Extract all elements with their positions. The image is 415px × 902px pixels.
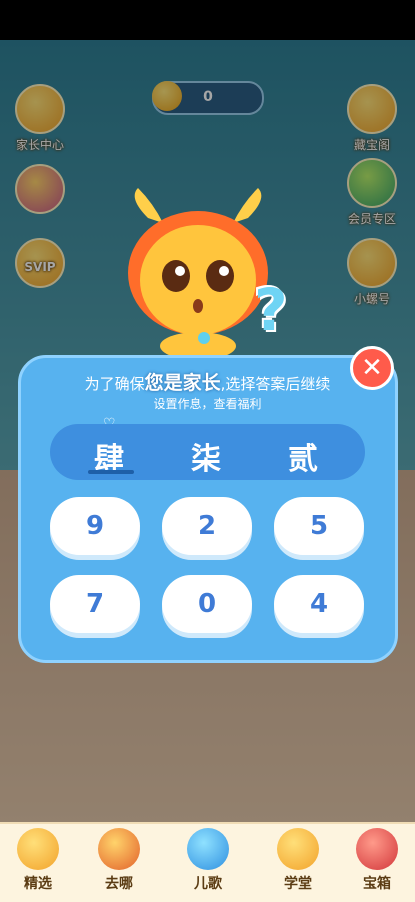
key-4[interactable]: 4 <box>274 575 364 633</box>
where-mushroom-icon <box>98 828 140 870</box>
question-mark-icon: ? <box>254 276 288 344</box>
answer-display: 肆 柒 贰 <box>50 424 365 480</box>
treasure-box-icon <box>356 828 398 870</box>
answer-char-2: 柒 <box>191 442 221 477</box>
title-emphasis: 您是家长 <box>144 372 221 394</box>
tab-school[interactable]: 学堂 <box>263 828 333 893</box>
tab-featured-label: 精选 <box>24 876 52 892</box>
status-bar <box>0 0 415 40</box>
title-prefix: 为了确保 <box>84 375 145 393</box>
tab-songs[interactable]: 儿歌 <box>173 828 243 893</box>
game-scene: 家长中心 SVIP 藏宝阁 会员专区 小螺号 0 ? ✕ 为了确保您是家长,选择… <box>0 0 415 902</box>
answer-char-3: 贰 <box>288 442 318 477</box>
featured-icon <box>17 828 59 870</box>
tab-songs-label: 儿歌 <box>194 876 222 892</box>
dialog-subtitle: 设置作息，查看福利 <box>153 397 262 411</box>
tab-treasure[interactable]: 宝箱 <box>342 828 412 893</box>
dialog-title: 为了确保您是家长,选择答案后继续 <box>0 368 415 395</box>
tab-school-label: 学堂 <box>284 876 312 892</box>
tab-where[interactable]: 去哪 <box>84 828 154 893</box>
music-note-icon <box>187 828 229 870</box>
tab-treasure-label: 宝箱 <box>363 876 391 892</box>
key-7[interactable]: 7 <box>50 575 140 633</box>
active-answer-underline <box>88 470 134 474</box>
school-icon <box>277 828 319 870</box>
tab-featured[interactable]: 精选 <box>3 828 73 893</box>
key-9[interactable]: 9 <box>50 497 140 555</box>
key-0[interactable]: 0 <box>162 575 252 633</box>
key-5[interactable]: 5 <box>274 497 364 555</box>
title-suffix: ,选择答案后继续 <box>220 375 331 393</box>
key-2[interactable]: 2 <box>162 497 252 555</box>
tab-where-label: 去哪 <box>105 876 133 892</box>
